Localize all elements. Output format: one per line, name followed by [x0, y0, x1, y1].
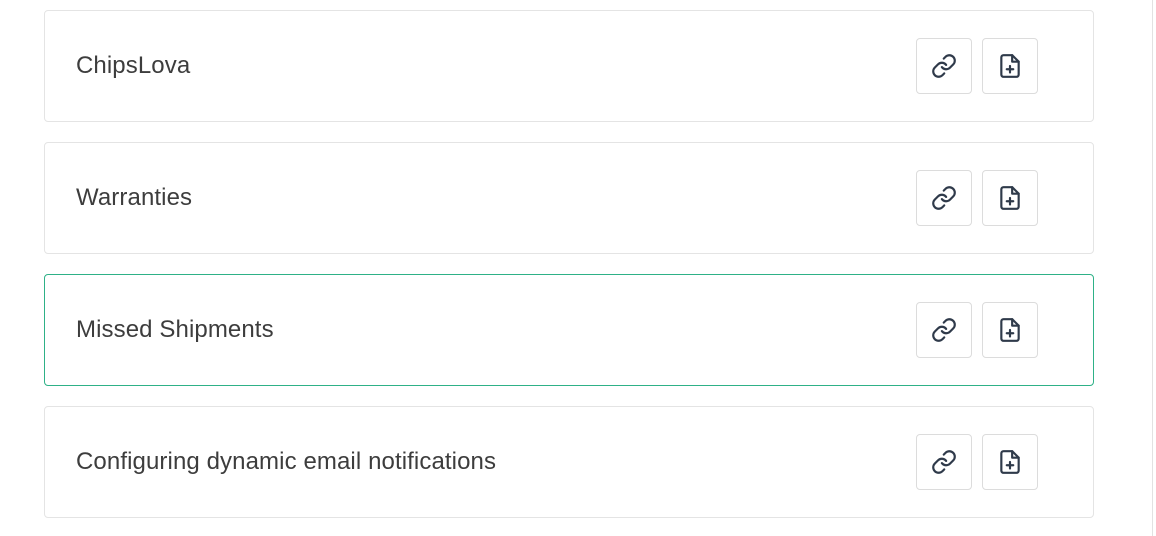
- link-icon: [932, 450, 956, 474]
- card-title: Missed Shipments: [76, 316, 274, 343]
- add-document-button[interactable]: [982, 302, 1038, 358]
- panel-divider: [1152, 0, 1153, 536]
- file-plus-icon: [1000, 186, 1020, 210]
- copy-link-button[interactable]: [916, 302, 972, 358]
- add-document-button[interactable]: [982, 170, 1038, 226]
- card-list: ChipsLova Warranties Missed Shipments Co…: [44, 10, 1094, 536]
- link-icon: [932, 54, 956, 78]
- card-actions: [916, 434, 1038, 490]
- card-actions: [916, 38, 1038, 94]
- file-plus-icon: [1000, 54, 1020, 78]
- link-icon: [932, 186, 956, 210]
- copy-link-button[interactable]: [916, 434, 972, 490]
- file-plus-icon: [1000, 318, 1020, 342]
- copy-link-button[interactable]: [916, 38, 972, 94]
- list-card[interactable]: Configuring dynamic email notifications: [44, 406, 1094, 518]
- card-title: ChipsLova: [76, 52, 191, 79]
- link-icon: [932, 318, 956, 342]
- card-title: Warranties: [76, 184, 193, 211]
- file-plus-icon: [1000, 450, 1020, 474]
- card-title: Configuring dynamic email notifications: [76, 448, 497, 475]
- add-document-button[interactable]: [982, 38, 1038, 94]
- copy-link-button[interactable]: [916, 170, 972, 226]
- list-card-selected[interactable]: Missed Shipments: [44, 274, 1094, 386]
- list-card[interactable]: Warranties: [44, 142, 1094, 254]
- card-actions: [916, 302, 1038, 358]
- add-document-button[interactable]: [982, 434, 1038, 490]
- list-card[interactable]: ChipsLova: [44, 10, 1094, 122]
- page: ChipsLova Warranties Missed Shipments Co…: [0, 0, 1156, 536]
- card-actions: [916, 170, 1038, 226]
